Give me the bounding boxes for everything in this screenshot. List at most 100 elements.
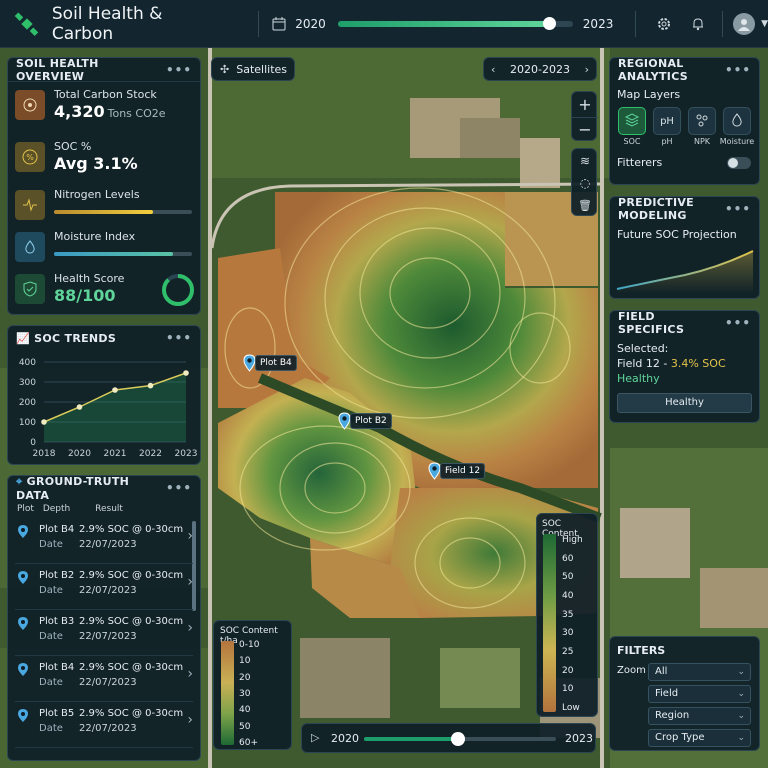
more-options-icon[interactable]: ••• — [725, 316, 751, 330]
layer-label: Moisture — [719, 137, 755, 146]
zoom-in-button[interactable]: + — [572, 92, 598, 116]
divider — [722, 10, 724, 37]
ground-truth-panel: ⌖ GROUND-TRUTH DATA ••• Plot Depth Resul… — [7, 475, 201, 761]
chevron-down-icon[interactable]: ▼ — [761, 19, 768, 29]
data-point — [41, 419, 47, 425]
chevron-right-icon[interactable]: › — [187, 528, 193, 544]
more-options-icon[interactable]: ••• — [725, 202, 751, 216]
user-avatar[interactable] — [733, 12, 756, 35]
top-timeline-knob[interactable] — [543, 16, 557, 30]
filter-select-field[interactable]: Field ⌄ — [648, 685, 751, 703]
more-options-icon[interactable]: ••• — [725, 63, 751, 77]
column-header: Result — [95, 504, 123, 514]
satellite-icon[interactable] — [12, 9, 42, 39]
bottom-timeline-fill — [364, 737, 459, 741]
play-icon[interactable]: ▷ — [311, 731, 319, 744]
date-label: Date — [39, 539, 63, 550]
date-label: Date — [39, 677, 63, 688]
select-value: Crop Type — [655, 732, 705, 743]
panel-header: 📈 SOC TRENDS ••• — [8, 326, 200, 350]
lasso-icon[interactable]: ◌ — [572, 171, 598, 195]
map-pin-label[interactable]: Field 12 — [440, 463, 486, 479]
layers-icon — [624, 112, 640, 131]
top-timeline-slider[interactable] — [337, 16, 573, 30]
table-row[interactable]: Plot B5 Date 2.9% SOC @ 0-30cm 22/07/2023 › — [15, 704, 193, 748]
map-pin-label[interactable]: Plot B2 — [350, 413, 392, 429]
more-options-icon[interactable]: ••• — [166, 63, 192, 77]
legend-label: Low — [562, 703, 580, 713]
panel-title: PREDICTIVE MODELING — [618, 196, 694, 222]
chevron-right-icon[interactable]: › — [187, 574, 193, 590]
layer-button-ph[interactable]: pH — [653, 107, 681, 135]
calendar-icon[interactable] — [269, 14, 289, 34]
panel-header: PREDICTIVE MODELING ••• — [610, 196, 759, 222]
more-options-icon[interactable]: ••• — [166, 481, 192, 495]
result-value: 2.9% SOC @ 0-30cm — [79, 616, 184, 627]
field-soc-value: 3.4% SOC — [670, 357, 726, 370]
legend-gradient-bar — [221, 641, 234, 745]
chevron-right-icon[interactable]: › — [585, 63, 589, 76]
bottom-timeline-knob[interactable] — [451, 732, 466, 746]
table-row[interactable]: Plot B3 Date 2.9% SOC @ 0-30cm 22/07/2023 › — [15, 612, 193, 656]
x-tick-label: 2023 — [175, 449, 198, 459]
layers-icon[interactable]: ≋ — [572, 149, 598, 173]
zoom-out-button[interactable]: − — [572, 117, 598, 141]
table-row[interactable]: Plot B4 Date 2.9% SOC @ 0-30cm 22/07/2023 › — [15, 520, 193, 564]
layer-button-npk[interactable] — [688, 107, 716, 135]
legend-label: 20 — [562, 665, 574, 676]
kpi-soc: % SOC % Avg 3.1% — [15, 140, 200, 178]
date-range-selector[interactable]: ‹ 2020-2023 › — [483, 57, 597, 81]
select-value: Region — [655, 710, 690, 721]
kpi-label: Nitrogen Levels — [54, 188, 140, 201]
satellites-toggle[interactable]: ✣ Satellites — [211, 57, 295, 81]
kpi-carbon-stock: Total Carbon Stock 4,320 Tons CO2e — [15, 88, 200, 126]
soc-content-legend-left: SOC Content t/ha 0-10102030405060+ — [213, 620, 292, 750]
chevron-down-icon: ⌄ — [737, 733, 745, 743]
kpi-value: Avg 3.1% — [54, 154, 138, 173]
date-label: Date — [39, 723, 63, 734]
settings-gear-icon[interactable] — [654, 14, 674, 34]
plot-name: Plot B4 — [39, 524, 75, 535]
layer-button-moisture[interactable] — [723, 107, 751, 135]
filter-select-crop-type[interactable]: Crop Type ⌄ — [648, 729, 751, 747]
legend-label: 30 — [239, 689, 251, 699]
location-pin-icon — [17, 616, 29, 635]
chevron-down-icon: ⌄ — [737, 689, 745, 699]
legend-label: 60+ — [239, 738, 258, 748]
bottom-timeline-slider[interactable] — [364, 732, 556, 746]
table-row[interactable]: Plot B4 Date 2.9% SOC @ 0-30cm 22/07/2023 › — [15, 658, 193, 702]
layer-button-soc[interactable] — [618, 107, 646, 135]
svg-text:%: % — [26, 153, 34, 162]
date-value: 22/07/2023 — [79, 585, 137, 596]
chevron-left-icon[interactable]: ‹ — [491, 63, 495, 76]
location-pin-icon — [17, 524, 29, 543]
selected-field: Field 12 - 3.4% SOC — [617, 357, 726, 370]
notification-bell-icon[interactable] — [688, 14, 708, 34]
healthy-button[interactable]: Healthy — [617, 393, 752, 413]
molecule-icon — [694, 112, 710, 131]
projection-subtitle: Future SOC Projection — [617, 228, 737, 241]
panel-title: ⌖ GROUND-TRUTH DATA — [16, 474, 130, 502]
x-tick-label: 2018 — [33, 449, 56, 459]
satellites-label: Satellites — [236, 62, 288, 76]
filter-select-region[interactable]: Region ⌄ — [648, 707, 751, 725]
location-pin-icon: ⌖ — [16, 474, 23, 488]
trash-icon[interactable]: 🗑 — [572, 193, 598, 217]
plot-name: Plot B3 — [39, 616, 75, 627]
data-point — [112, 387, 118, 393]
health-score-ring — [162, 274, 194, 306]
table-header: Plot Depth Result — [17, 504, 123, 514]
table-row[interactable]: Plot B2 Date 2.9% SOC @ 0-30cm 22/07/2023 › — [15, 566, 193, 610]
more-options-icon[interactable]: ••• — [166, 331, 192, 345]
data-point — [147, 382, 154, 389]
y-tick-label: 200 — [19, 398, 36, 408]
panel-header: SOIL HEALTH OVERVIEW ••• — [8, 57, 200, 83]
area-fill — [44, 373, 186, 442]
plot-name: Plot B5 — [39, 708, 75, 719]
chevron-right-icon[interactable]: › — [187, 712, 193, 728]
map-pin-label[interactable]: Plot B4 — [255, 355, 297, 371]
filter-select-all[interactable]: All ⌄ — [648, 663, 751, 681]
chevron-right-icon[interactable]: › — [187, 666, 193, 682]
filters-toggle-switch[interactable] — [727, 157, 751, 169]
chevron-right-icon[interactable]: › — [187, 620, 193, 636]
